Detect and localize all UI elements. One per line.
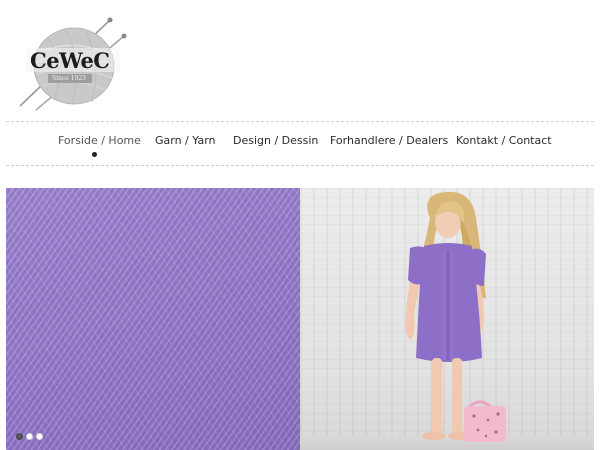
slider-dot-3[interactable] xyxy=(36,433,43,440)
site-logo[interactable]: CeWeC Since 1923 xyxy=(18,14,130,112)
purple-yarn-image xyxy=(6,188,300,450)
slider-pagination xyxy=(16,433,43,440)
logo-since: Since 1923 xyxy=(52,75,86,82)
girl-figure xyxy=(405,191,506,442)
nav-item-home[interactable]: Forside / Home xyxy=(58,134,141,147)
logo-wordmark: CeWeC xyxy=(30,48,110,73)
slider-dot-1[interactable] xyxy=(16,433,23,440)
nav-bottom-divider xyxy=(6,165,594,166)
girl-in-dress-image xyxy=(300,188,594,450)
nav-item-yarn[interactable]: Garn / Yarn xyxy=(155,134,216,147)
main-navigation: Forside / Home Garn / Yarn Design / Dess… xyxy=(0,121,600,165)
slider-dot-2[interactable] xyxy=(26,433,33,440)
hero-slider[interactable] xyxy=(6,188,594,450)
nav-item-dealers[interactable]: Forhandlere / Dealers xyxy=(330,134,448,147)
active-nav-indicator xyxy=(92,152,97,157)
nav-item-contact[interactable]: Kontakt / Contact xyxy=(456,134,552,147)
nav-item-design[interactable]: Design / Dessin xyxy=(233,134,318,147)
